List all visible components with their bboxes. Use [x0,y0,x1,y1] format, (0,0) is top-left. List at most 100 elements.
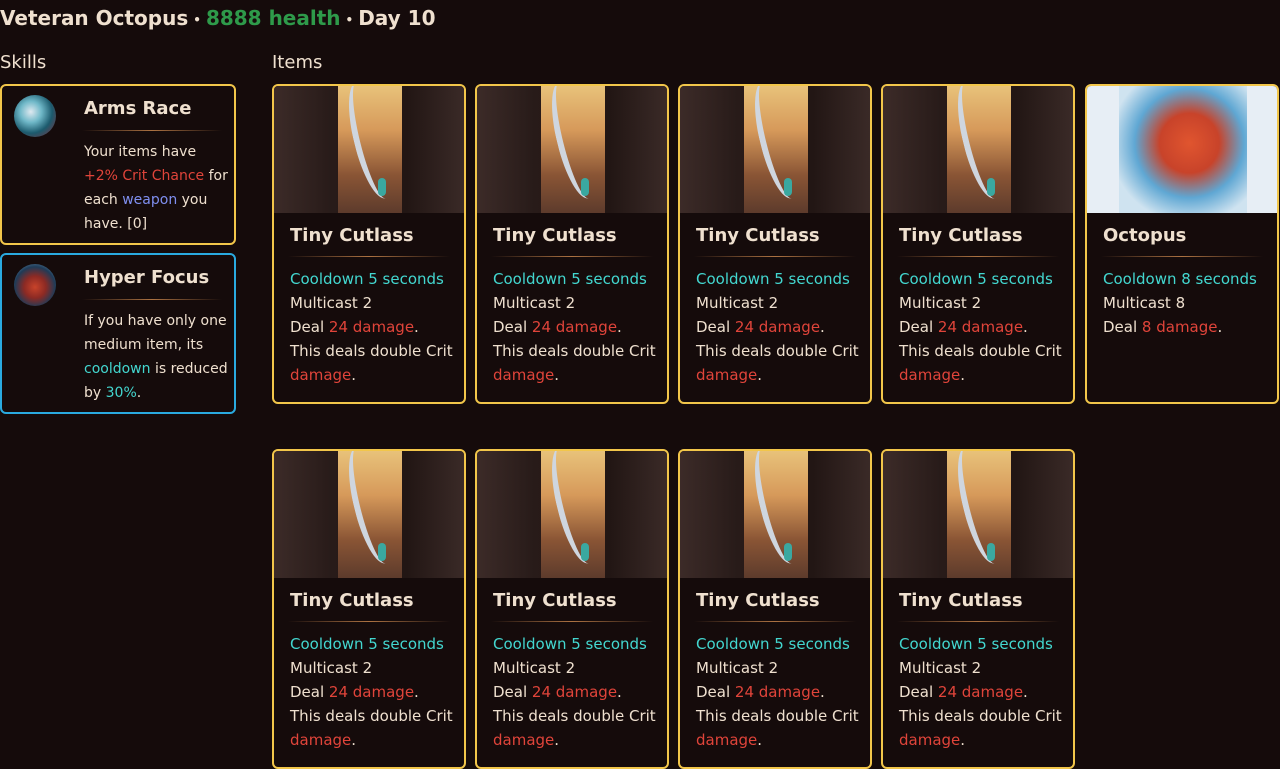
items-heading: Items [272,52,323,73]
skills-heading: Skills [0,52,47,73]
item-title: Tiny Cutlass [899,590,1023,611]
crit-text: This deals double Crit [696,707,859,725]
period: . [960,731,966,749]
skill-name: Hyper Focus [84,267,210,288]
divider [694,256,856,257]
crit-text: This deals double Crit [899,707,1062,725]
divider [694,621,856,622]
separator-dot: • [345,12,354,27]
item-description: Cooldown 5 seconds Multicast 2 Deal 24 d… [493,267,661,387]
crit-text: This deals double Crit [696,342,859,360]
damage-value: 24 damage [734,683,821,701]
period: . [617,683,622,701]
item-title: Octopus [1103,225,1187,246]
item-description: Cooldown 5 seconds Multicast 2 Deal 24 d… [290,267,458,387]
period: . [414,318,419,336]
cooldown-text: Cooldown 5 seconds [493,270,647,288]
desc-text: by [84,385,102,401]
multicast-text: Multicast 2 [696,294,779,312]
divider [897,256,1059,257]
item-title: Tiny Cutlass [899,225,1023,246]
crit-chance-text: +2% Crit Chance [84,168,205,184]
weapon-keyword: weapon [122,192,178,208]
item-card-tiny-cutlass[interactable]: Tiny Cutlass Cooldown 5 seconds Multicas… [272,84,466,404]
skill-card-arms-race[interactable]: Arms Race Your items have +2% Crit Chanc… [0,84,236,245]
skill-description: Your items have +2% Crit Chance for each… [84,140,228,236]
divider [82,299,222,300]
item-description: Cooldown 5 seconds Multicast 2 Deal 24 d… [493,632,661,752]
period: . [960,366,966,384]
deal-text: Deal [899,318,934,336]
divider [82,130,222,131]
crit-text: This deals double Crit [290,342,453,360]
cooldown-keyword: cooldown [84,361,151,377]
damage-value: 24 damage [328,318,415,336]
period: . [1023,683,1028,701]
octopus-image [1087,86,1277,213]
damage-keyword: damage [290,731,352,749]
multicast-text: Multicast 2 [899,659,982,677]
item-card-tiny-cutlass[interactable]: Tiny Cutlass Cooldown 5 seconds Multicas… [678,449,872,769]
damage-value: 24 damage [531,683,618,701]
item-card-tiny-cutlass[interactable]: Tiny Cutlass Cooldown 5 seconds Multicas… [475,449,669,769]
desc-text: you [181,192,208,208]
page-title: Veteran Octopus • 8888 health • Day 10 [0,6,436,30]
damage-keyword: damage [899,366,961,384]
damage-value: 24 damage [937,318,1024,336]
desc-text: Your items have [84,144,197,160]
item-card-octopus[interactable]: Octopus Cooldown 8 seconds Multicast 8 D… [1085,84,1279,404]
item-card-tiny-cutlass[interactable]: Tiny Cutlass Cooldown 5 seconds Multicas… [475,84,669,404]
item-description: Cooldown 8 seconds Multicast 8 Deal 8 da… [1103,267,1271,339]
deal-text: Deal [290,683,325,701]
item-description: Cooldown 5 seconds Multicast 2 Deal 24 d… [696,267,864,387]
item-card-tiny-cutlass[interactable]: Tiny Cutlass Cooldown 5 seconds Multicas… [678,84,872,404]
percent-value: 30% [105,385,137,401]
day-label: Day 10 [358,6,436,30]
multicast-text: Multicast 2 [899,294,982,312]
damage-keyword: damage [493,731,555,749]
item-card-tiny-cutlass[interactable]: Tiny Cutlass Cooldown 5 seconds Multicas… [272,449,466,769]
crit-text: This deals double Crit [899,342,1062,360]
item-title: Tiny Cutlass [696,225,820,246]
period: . [1217,318,1223,336]
cutlass-image [883,451,1073,578]
damage-keyword: damage [290,366,352,384]
cutlass-image [274,451,464,578]
cutlass-image [477,451,667,578]
cooldown-text: Cooldown 8 seconds [1103,270,1257,288]
period: . [351,366,357,384]
divider [1101,256,1263,257]
cutlass-image [680,86,870,213]
deal-text: Deal [1103,318,1138,336]
skill-description: If you have only one medium item, its co… [84,309,228,405]
cooldown-text: Cooldown 5 seconds [493,635,647,653]
skill-card-hyper-focus[interactable]: Hyper Focus If you have only one medium … [0,253,236,414]
health-value: 8888 health [205,6,341,30]
item-card-tiny-cutlass[interactable]: Tiny Cutlass Cooldown 5 seconds Multicas… [881,84,1075,404]
item-card-tiny-cutlass[interactable]: Tiny Cutlass Cooldown 5 seconds Multicas… [881,449,1075,769]
deal-text: Deal [493,318,528,336]
period: . [351,731,357,749]
item-description: Cooldown 5 seconds Multicast 2 Deal 24 d… [290,632,458,752]
damage-keyword: damage [493,366,555,384]
item-title: Tiny Cutlass [290,225,414,246]
deal-text: Deal [493,683,528,701]
arrow-icon [14,95,56,137]
item-title: Tiny Cutlass [493,225,617,246]
period: . [757,366,763,384]
desc-text: each [84,192,118,208]
cutlass-image [477,86,667,213]
desc-text: for [208,168,228,184]
item-description: Cooldown 5 seconds Multicast 2 Deal 24 d… [696,632,864,752]
damage-value: 24 damage [937,683,1024,701]
damage-value: 24 damage [328,683,415,701]
deal-text: Deal [696,318,731,336]
cutlass-image [883,86,1073,213]
damage-value: 24 damage [734,318,821,336]
multicast-text: Multicast 2 [493,294,576,312]
period: . [820,683,825,701]
period: . [554,731,560,749]
cutlass-image [680,451,870,578]
multicast-text: Multicast 8 [1103,294,1186,312]
divider [288,621,450,622]
